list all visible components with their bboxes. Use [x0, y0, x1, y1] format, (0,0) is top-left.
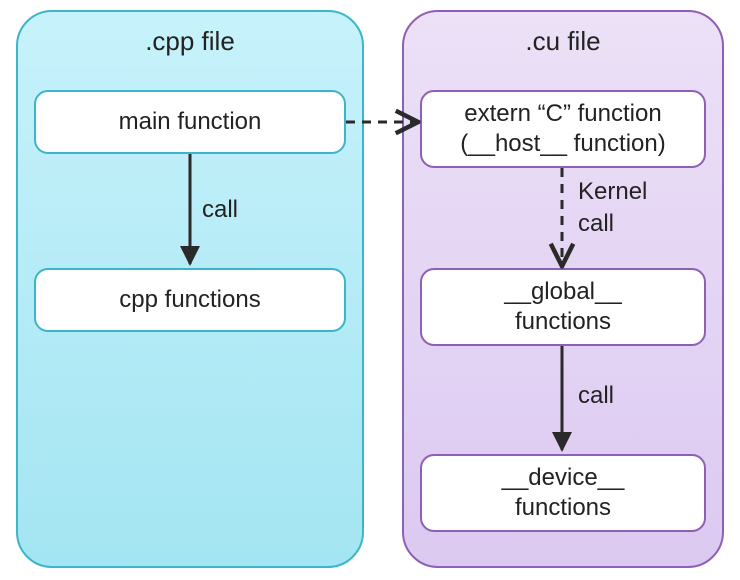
global-line2: functions — [515, 307, 611, 337]
cpp-functions-label: cpp functions — [119, 285, 260, 315]
cu-file-title: .cu file — [404, 26, 722, 57]
extern-c-line2: (__host__ function) — [460, 129, 665, 159]
edge-label-kernel-call: call — [578, 210, 614, 238]
edge-label-kernel: Kernel — [578, 178, 647, 206]
global-line1: __global__ — [504, 277, 621, 307]
edge-label-call-device: call — [578, 382, 614, 410]
extern-c-function-box: extern “C” function (__host__ function) — [420, 90, 706, 168]
cpp-file-title: .cpp file — [18, 26, 362, 57]
device-functions-box: __device__ functions — [420, 454, 706, 532]
cpp-functions-box: cpp functions — [34, 268, 346, 332]
extern-c-line1: extern “C” function — [464, 99, 661, 129]
main-function-label: main function — [119, 107, 262, 137]
edge-label-call-cpp: call — [202, 196, 238, 224]
device-line1: __device__ — [502, 463, 625, 493]
device-line2: functions — [515, 493, 611, 523]
global-functions-box: __global__ functions — [420, 268, 706, 346]
main-function-box: main function — [34, 90, 346, 154]
